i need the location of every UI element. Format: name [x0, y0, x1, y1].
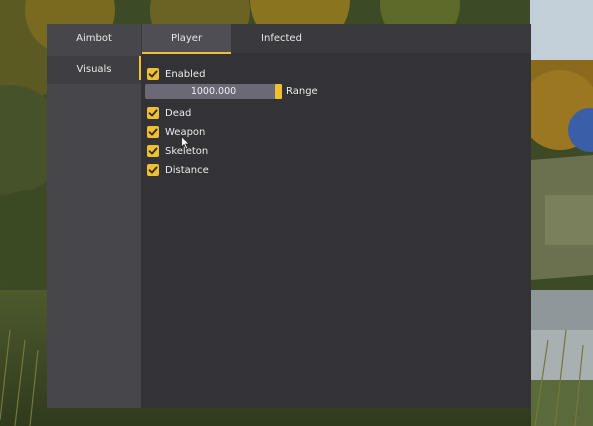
checkmark-icon: [148, 109, 158, 117]
sidebar-item-visuals[interactable]: Visuals: [47, 56, 141, 84]
mouse-cursor-icon: [181, 136, 191, 150]
weapon-checkbox-row[interactable]: Weapon: [147, 124, 205, 140]
distance-checkbox[interactable]: [147, 164, 159, 176]
range-label: Range: [286, 86, 318, 97]
checkmark-icon: [148, 128, 158, 136]
enabled-label: Enabled: [165, 68, 206, 80]
checkmark-icon: [148, 147, 158, 155]
range-slider[interactable]: 1000.000: [145, 84, 282, 99]
enabled-checkbox[interactable]: [147, 68, 159, 80]
tab-aimbot[interactable]: Aimbot: [47, 24, 141, 53]
cheat-menu-panel: Aimbot Player Infected Visuals Enabled 1…: [47, 24, 531, 408]
sidebar-active-indicator: [139, 56, 141, 80]
checkmark-icon: [148, 166, 158, 174]
skeleton-checkbox[interactable]: [147, 145, 159, 157]
range-slider-handle[interactable]: [275, 84, 282, 99]
tab-infected[interactable]: Infected: [233, 24, 330, 53]
distance-label: Distance: [165, 164, 209, 176]
distance-checkbox-row[interactable]: Distance: [147, 162, 209, 178]
dead-label: Dead: [165, 107, 192, 119]
skeleton-checkbox-row[interactable]: Skeleton: [147, 143, 208, 159]
dead-checkbox[interactable]: [147, 107, 159, 119]
checkmark-icon: [148, 70, 158, 78]
range-value: 1000.000: [190, 86, 237, 97]
enabled-checkbox-row[interactable]: Enabled: [147, 66, 205, 82]
dead-checkbox-row[interactable]: Dead: [147, 105, 191, 121]
tab-player[interactable]: Player: [142, 24, 231, 54]
content-area: [141, 53, 531, 408]
weapon-checkbox[interactable]: [147, 126, 159, 138]
